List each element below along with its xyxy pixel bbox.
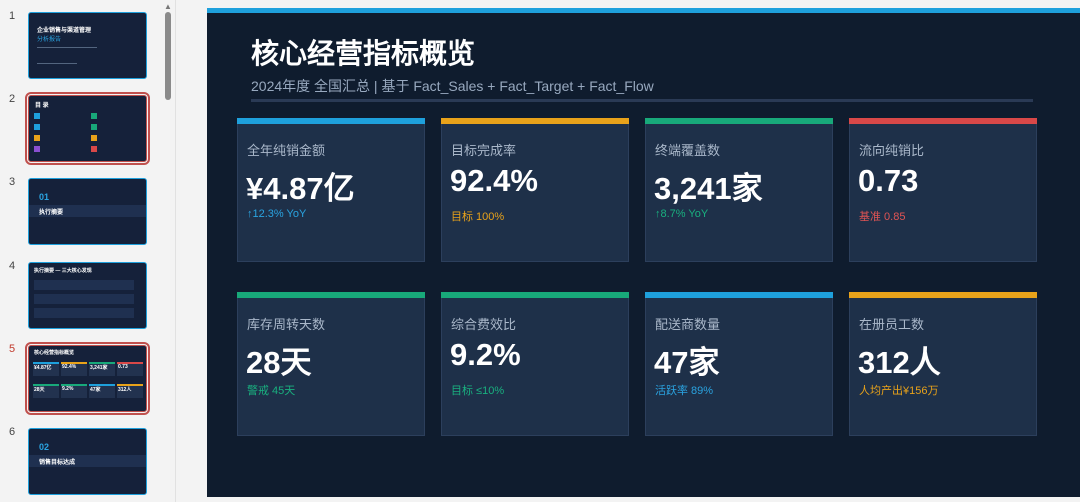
slide-thumbnail-6[interactable]: 02 销售目标达成 [28,428,147,495]
kpi-label: 目标完成率 [451,143,517,158]
toc-marker [91,113,97,119]
kpi-card-cost-efficiency: 综合费效比 9.2% 目标 ≤10% [441,292,629,436]
slide-canvas[interactable]: 核心经营指标概览 2024年度 全国汇总 | 基于 Fact_Sales + F… [207,8,1080,497]
slide-title: 核心经营指标概览 [251,38,476,69]
thumbnail-kpi: 9.2% [61,384,87,398]
thumbnail-number: 2 [9,93,16,105]
slide-thumbnail-2[interactable]: 目 录 [25,92,150,165]
kpi-note: 活跃率 89% [655,385,714,397]
thumbnail-title: 企业销售与渠道管理 [37,28,92,34]
thumbnail-section-number: 01 [39,192,50,202]
thumbnail-kpi: 92.4% [61,362,87,376]
thumbnail-line [37,47,97,48]
kpi-label: 综合费效比 [451,317,517,332]
kpi-note: ↑8.7% YoY [655,208,709,220]
slide-thumbnail-3[interactable]: 01 执行摘要 [28,178,147,245]
kpi-value: ¥4.87亿 [246,171,355,206]
thumbnail-number: 5 [9,343,16,355]
thumbnail-row-4[interactable]: 4 执行摘要 — 三大核心发现 [0,260,160,332]
slide-thumbnail-1[interactable]: 企业销售与渠道管理 分析报告 [28,12,147,79]
thumbnail-row-2[interactable]: 2 目 录 [0,92,160,165]
kpi-label: 库存周转天数 [247,317,326,332]
kpi-value: 9.2% [450,337,521,372]
kpi-label: 流向纯销比 [859,143,925,158]
slide-accent-bar [207,8,1080,13]
thumbnail-number: 6 [9,426,16,438]
slide-thumbnail-4[interactable]: 执行摘要 — 三大核心发现 [28,262,147,329]
thumbnail-title: 核心经营指标概览 [34,350,75,356]
thumbnail-kpi: 47家 [89,384,115,398]
thumbnail-title: 销售目标达成 [39,460,76,466]
thumbnail-row-5[interactable]: 5 核心经营指标概览 ¥4.87亿 92.4% 3,241家 0.73 28天 … [0,342,160,415]
slide-thumbnail-pane: 1 企业销售与渠道管理 分析报告 2 目 录 3 01 执行摘要 4 执行摘要 … [0,0,176,502]
toc-marker [34,113,40,119]
thumbnail-section-number: 02 [39,442,50,452]
thumbnail-title: 目 录 [35,103,49,109]
thumbnail-subtitle: 分析报告 [37,37,62,43]
kpi-label: 配送商数量 [655,317,721,332]
toc-marker [91,135,97,141]
thumbnail-kpi: 0.73 [117,362,143,376]
kpi-note: 警戒 45天 [247,385,296,397]
toc-marker [34,135,40,141]
thumbnail-scrollbar[interactable]: ▲ [162,0,174,502]
scroll-up-icon[interactable]: ▲ [164,2,172,11]
kpi-note: 人均产出¥156万 [859,385,939,397]
kpi-value: 47家 [654,345,720,380]
thumbnail-block [34,294,134,304]
kpi-value: 3,241家 [654,171,763,206]
kpi-card-accent [645,118,833,124]
toc-marker [34,124,40,130]
kpi-card-net-sales: 全年纯销金额 ¥4.87亿 ↑12.3% YoY [237,118,425,262]
thumbnail-number: 4 [9,260,16,272]
kpi-card-accent [441,118,629,124]
slide-thumbnail-5[interactable]: 核心经营指标概览 ¥4.87亿 92.4% 3,241家 0.73 28天 9.… [25,342,150,415]
thumbnail-title: 执行摘要 [39,210,64,216]
toc-marker [34,146,40,152]
title-divider [251,99,1033,102]
thumbnail-line [37,63,77,64]
scrollbar-thumb[interactable] [165,12,171,100]
kpi-card-target-rate: 目标完成率 92.4% 目标 100% [441,118,629,262]
toc-marker [91,146,97,152]
thumbnail-row-6[interactable]: 6 02 销售目标达成 [0,426,160,498]
thumbnail-block [34,280,134,290]
kpi-card-distributor-count: 配送商数量 47家 活跃率 89% [645,292,833,436]
kpi-card-flow-ratio: 流向纯销比 0.73 基准 0.85 [849,118,1037,262]
thumbnail-number: 3 [9,176,16,188]
kpi-card-accent [645,292,833,298]
thumbnail-kpi: 312人 [117,384,143,398]
kpi-card-accent [849,118,1037,124]
kpi-value: 312人 [858,345,941,380]
thumbnail-kpi: 3,241家 [89,362,115,376]
kpi-value: 92.4% [450,163,538,198]
thumbnail-row-1[interactable]: 1 企业销售与渠道管理 分析报告 [0,10,160,82]
kpi-card-employee-count: 在册员工数 312人 人均产出¥156万 [849,292,1037,436]
thumbnail-row-3[interactable]: 3 01 执行摘要 [0,176,160,248]
kpi-card-accent [237,118,425,124]
kpi-note: 基准 0.85 [859,211,906,223]
thumbnail-block [34,308,134,318]
kpi-label: 在册员工数 [859,317,925,332]
kpi-card-accent [237,292,425,298]
kpi-value: 0.73 [858,163,919,198]
thumbnail-kpi: 28天 [33,384,59,398]
kpi-note: 目标 ≤10% [451,385,505,397]
kpi-label: 全年纯销金额 [247,143,326,158]
kpi-note: ↑12.3% YoY [247,208,307,220]
thumbnail-title: 执行摘要 — 三大核心发现 [34,268,92,274]
slide-subtitle: 2024年度 全国汇总 | 基于 Fact_Sales + Fact_Targe… [251,78,654,94]
toc-marker [91,124,97,130]
kpi-value: 28天 [246,345,312,380]
kpi-note: 目标 100% [451,211,505,223]
thumbnail-kpi: ¥4.87亿 [33,362,59,376]
kpi-card-accent [849,292,1037,298]
kpi-card-inventory-days: 库存周转天数 28天 警戒 45天 [237,292,425,436]
kpi-label: 终端覆盖数 [655,143,721,158]
thumbnail-number: 1 [9,10,16,22]
kpi-card-terminal-coverage: 终端覆盖数 3,241家 ↑8.7% YoY [645,118,833,262]
kpi-card-accent [441,292,629,298]
